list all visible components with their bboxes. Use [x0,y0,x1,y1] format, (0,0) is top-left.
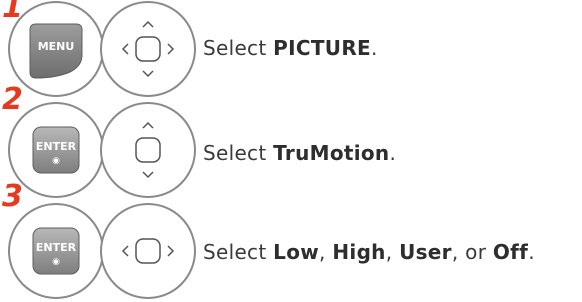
instruction-text: Select [203,240,274,264]
instruction-text: Select [203,36,274,60]
menu-button-illustration: MENU [8,1,104,97]
step-number: 3 [2,179,23,214]
step-2: 2 ENTER ◉ Select ​TruMoti [0,85,582,203]
instruction-text: Select [203,141,274,165]
step-2-instruction: Select ​TruMotion. [203,103,396,203]
step-3-icons: ENTER ◉ [0,200,200,300]
instruction-text: , [319,240,333,264]
option-trumotion: TruMotion [273,141,390,165]
enter-button-illustration: ENTER ◉ [8,102,104,198]
option-picture: PICTURE [273,36,371,60]
enter-dot-icon: ◉ [52,257,60,267]
enter-dot-icon: ◉ [52,156,60,166]
option-off: Off [492,240,529,264]
step-number: 1 [2,0,23,25]
step-2-icons: ENTER ◉ [0,101,200,201]
enter-button-label: ENTER [36,241,77,254]
instruction-text: , or [451,240,493,264]
nav-pad-illustration [100,102,196,198]
instruction-text: , [385,240,400,264]
menu-button-label: MENU [38,40,75,53]
step-1-instruction: Select ​PICTURE. [203,0,378,98]
step-1: 1 MENU Select PICTURE . [0,0,582,100]
option-low: Low [273,240,320,264]
step-1-icons: MENU [0,0,200,100]
instruction-text: . [528,240,535,264]
instruction-text: . [371,36,378,60]
nav-pad-illustration [100,1,196,97]
step-3-instruction: Select ​Low, High, User, or Off. [203,202,535,302]
step-3: 3 ENTER ◉ Select ​Low, Hi [0,182,582,302]
instruction-text: . [389,141,397,165]
option-user: User [399,240,452,264]
step-number: 2 [2,82,23,117]
enter-button-label: ENTER [36,140,77,153]
option-high: High [332,240,386,264]
enter-button-illustration: ENTER ◉ [8,203,104,299]
nav-pad-illustration [100,203,196,299]
